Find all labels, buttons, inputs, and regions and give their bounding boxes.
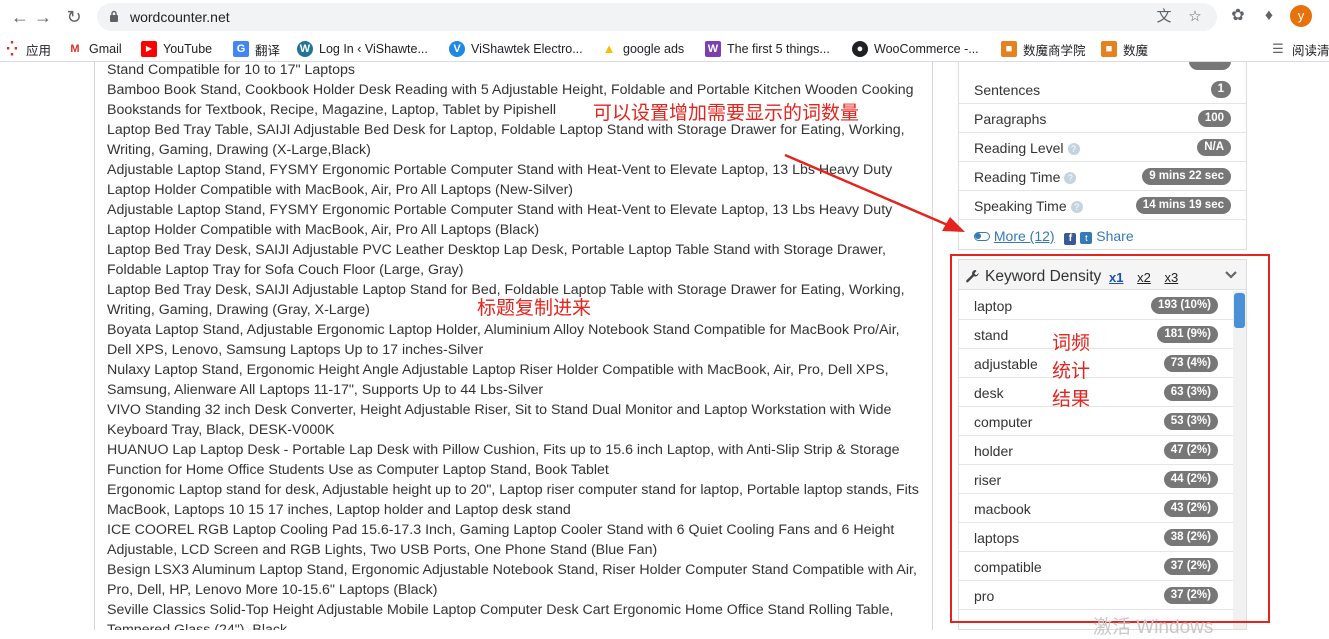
keyword-result-highlight-frame xyxy=(950,254,1270,623)
windows-activation-watermark: 激活 Windows xyxy=(1093,617,1214,638)
